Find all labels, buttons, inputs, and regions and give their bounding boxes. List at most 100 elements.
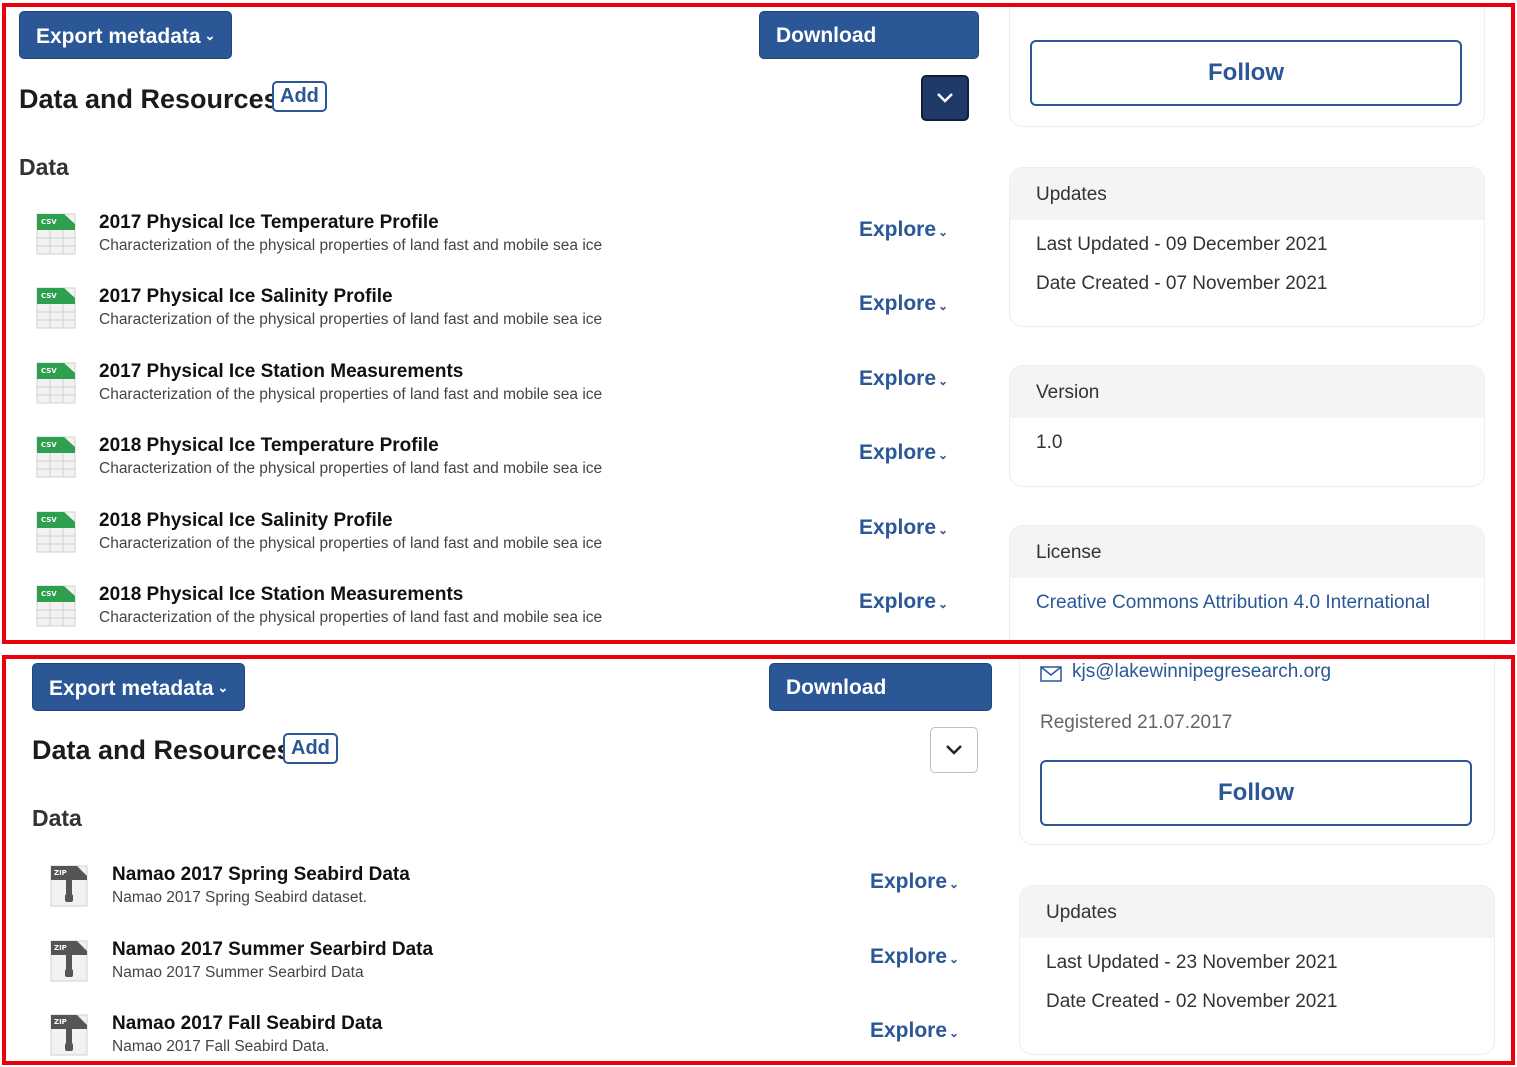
explore-button[interactable]: Explore ⌄ xyxy=(859,292,948,316)
license-card: License Creative Commons Attribution 4.0… xyxy=(1009,525,1485,640)
follow-card: Follow xyxy=(1009,7,1485,127)
resource-name[interactable]: 2018 Physical Ice Station Measurements xyxy=(99,584,463,606)
collapse-toggle-button[interactable] xyxy=(921,75,969,121)
chevron-down-icon: ⌄ xyxy=(938,299,949,314)
download-package-button[interactable]: Download package xyxy=(769,663,992,747)
chevron-down-icon: ⌄ xyxy=(938,522,949,537)
csv-file-icon: CSV xyxy=(34,361,78,405)
resource-description: Characterization of the physical propert… xyxy=(99,609,603,626)
resource-name[interactable]: Namao 2017 Spring Seabird Data xyxy=(112,864,410,886)
chevron-down-icon xyxy=(946,745,962,755)
date-created: Date Created - 02 November 2021 xyxy=(1046,991,1338,1012)
csv-file-icon: CSV xyxy=(34,435,78,479)
explore-label: Explore xyxy=(870,944,948,968)
screenshot-panel-1: Export metadata ⌄ Download package Data a… xyxy=(2,3,1515,644)
resource-name[interactable]: 2017 Physical Ice Station Measurements xyxy=(99,361,463,383)
resource-item[interactable]: CSV 2017 Physical Ice Temperature Profile… xyxy=(19,212,959,272)
resource-name[interactable]: Namao 2017 Summer Searbird Data xyxy=(112,939,433,961)
resource-name[interactable]: 2017 Physical Ice Temperature Profile xyxy=(99,212,439,234)
resource-description: Characterization of the physical propert… xyxy=(99,385,603,403)
section-title: Data and Resources xyxy=(32,735,292,765)
last-updated: Last Updated - 23 November 2021 xyxy=(1046,952,1338,973)
envelope-icon xyxy=(1040,666,1062,682)
follow-button[interactable]: Follow xyxy=(1030,40,1462,106)
explore-label: Explore xyxy=(859,292,937,316)
resource-item[interactable]: CSV 2017 Physical Ice Salinity Profile Cha… xyxy=(19,286,959,346)
updates-heading: Updates xyxy=(1010,168,1484,220)
explore-button[interactable]: Explore ⌄ xyxy=(859,218,948,242)
chevron-down-icon: ⌄ xyxy=(938,225,949,239)
contact-email-link[interactable]: kjs@lakewinnipegresearch.org xyxy=(1072,661,1331,683)
resource-item[interactable]: CSV 2017 Physical Ice Station Measurement… xyxy=(19,361,959,421)
resource-item[interactable]: CSV 2018 Physical Ice Salinity Profile Cha… xyxy=(19,510,959,570)
resource-item[interactable]: CSV 2018 Physical Ice Temperature Profile… xyxy=(19,435,959,495)
csv-file-icon: CSV xyxy=(34,584,78,628)
follow-button[interactable]: Follow xyxy=(1040,760,1472,826)
chevron-down-icon: ⌄ xyxy=(938,448,949,463)
section-title: Data and Resources xyxy=(19,84,279,114)
explore-button[interactable]: Explore ⌄ xyxy=(859,590,948,614)
explore-label: Explore xyxy=(870,1019,948,1042)
resource-name[interactable]: 2018 Physical Ice Temperature Profile xyxy=(99,435,439,457)
explore-button[interactable]: Explore ⌄ xyxy=(870,1019,959,1043)
chevron-down-icon: ⌄ xyxy=(938,373,949,388)
svg-text:ZIP: ZIP xyxy=(54,1018,67,1026)
registered-date: Registered 21.07.2017 xyxy=(1040,712,1233,733)
zip-file-icon: ZIP xyxy=(47,1013,91,1057)
csv-file-icon: CSV xyxy=(34,212,78,256)
explore-label: Explore xyxy=(859,218,937,241)
explore-button[interactable]: Explore ⌄ xyxy=(859,367,948,391)
svg-text:CSV: CSV xyxy=(41,516,57,524)
chevron-down-icon xyxy=(937,93,953,103)
resource-description: Characterization of the physical propert… xyxy=(99,534,603,552)
data-subtitle: Data xyxy=(32,805,82,831)
resource-description: Namao 2017 Summer Searbird Data xyxy=(112,963,364,981)
chevron-down-icon: ⌄ xyxy=(949,1026,960,1040)
download-package-button[interactable]: Download package xyxy=(759,11,979,95)
explore-label: Explore xyxy=(859,441,937,465)
resource-item[interactable]: ZIP Namao 2017 Summer Searbird Data Namao … xyxy=(32,939,972,999)
export-metadata-label: Export metadata xyxy=(36,25,201,48)
date-created: Date Created - 07 November 2021 xyxy=(1036,273,1328,294)
chevron-down-icon: ⌄ xyxy=(949,877,960,891)
explore-button[interactable]: Explore ⌄ xyxy=(859,516,948,540)
svg-text:CSV: CSV xyxy=(41,292,57,300)
add-resource-button[interactable]: Add xyxy=(272,81,327,112)
explore-label: Explore xyxy=(859,590,937,613)
updates-heading: Updates xyxy=(1020,886,1494,938)
data-subtitle: Data xyxy=(19,154,69,180)
svg-text:ZIP: ZIP xyxy=(54,944,67,952)
resource-description: Characterization of the physical propert… xyxy=(99,460,603,478)
export-metadata-button[interactable]: Export metadata ⌄ xyxy=(19,11,233,59)
explore-button[interactable]: Explore ⌄ xyxy=(859,441,948,465)
svg-text:CSV: CSV xyxy=(41,441,57,449)
resource-description: Characterization of the physical propert… xyxy=(99,237,603,254)
resource-description: Characterization of the physical propert… xyxy=(99,311,603,329)
screenshot-panel-2: Export metadata ⌄ Download package Data a… xyxy=(2,655,1515,1065)
resource-item[interactable]: ZIP Namao 2017 Fall Seabird Data Namao 201… xyxy=(32,1013,972,1061)
chevron-down-icon: ⌄ xyxy=(204,28,216,43)
export-metadata-button[interactable]: Export metadata ⌄ xyxy=(32,663,246,711)
resource-description: Namao 2017 Fall Seabird Data. xyxy=(112,1038,330,1055)
license-heading: License xyxy=(1010,526,1484,578)
explore-label: Explore xyxy=(870,870,948,893)
resource-item[interactable]: CSV 2018 Physical Ice Station Measurement… xyxy=(19,584,959,640)
resource-name[interactable]: 2018 Physical Ice Salinity Profile xyxy=(99,510,393,532)
version-heading: Version xyxy=(1010,366,1484,418)
csv-file-icon: CSV xyxy=(34,286,78,330)
resource-name[interactable]: 2017 Physical Ice Salinity Profile xyxy=(99,286,393,308)
explore-button[interactable]: Explore ⌄ xyxy=(870,870,959,894)
version-card: Version 1.0 xyxy=(1009,365,1485,487)
zip-file-icon: ZIP xyxy=(47,864,91,908)
chevron-down-icon: ⌄ xyxy=(949,951,960,966)
zip-file-icon: ZIP xyxy=(47,939,91,983)
collapse-toggle-button[interactable] xyxy=(930,727,978,773)
explore-button[interactable]: Explore ⌄ xyxy=(870,945,959,969)
svg-text:CSV: CSV xyxy=(41,218,57,226)
license-link[interactable]: Creative Commons Attribution 4.0 Interna… xyxy=(1036,592,1430,613)
updates-card: Updates Last Updated - 23 November 2021 … xyxy=(1019,885,1495,1055)
resource-item[interactable]: ZIP Namao 2017 Spring Seabird Data Namao 2… xyxy=(32,864,972,924)
resource-name[interactable]: Namao 2017 Fall Seabird Data xyxy=(112,1013,382,1035)
add-resource-button[interactable]: Add xyxy=(283,733,338,764)
updates-card: Updates Last Updated - 09 December 2021 … xyxy=(1009,167,1485,327)
